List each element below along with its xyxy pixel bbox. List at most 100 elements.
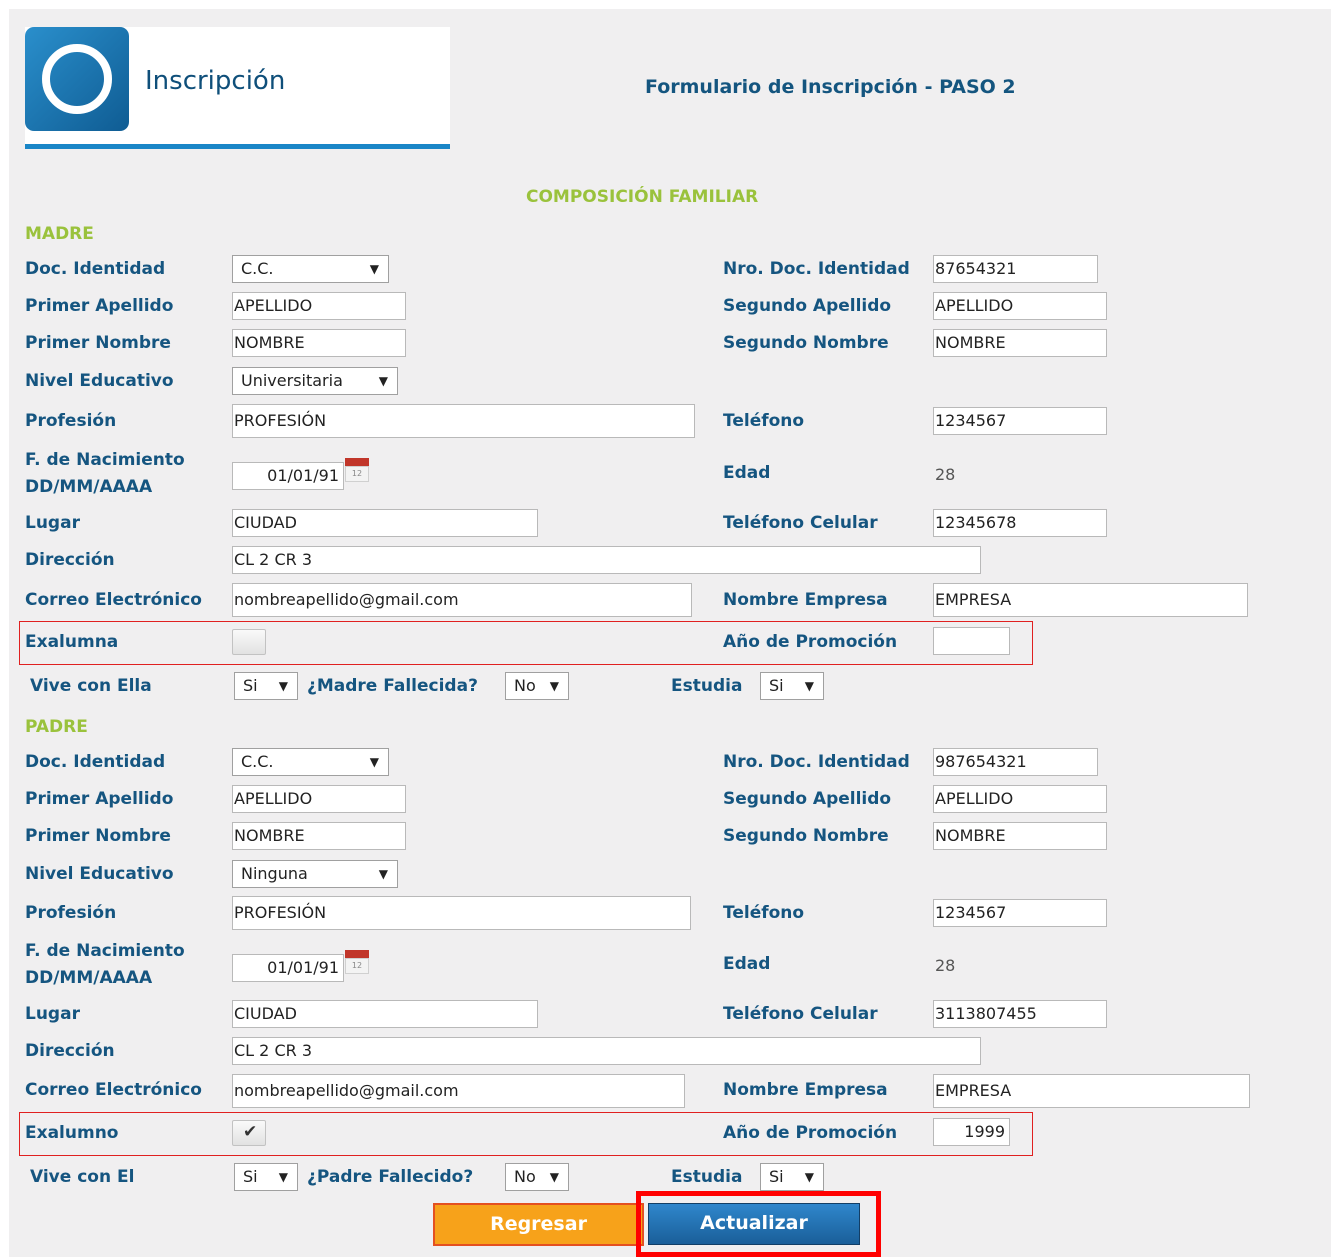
madre-nro-doc-input[interactable]: 87654321 (933, 255, 1098, 283)
madre-nivel-educativo-label: Nivel Educativo (25, 371, 174, 391)
padre-nro-doc-label: Nro. Doc. Identidad (723, 752, 910, 772)
calendar-icon[interactable]: 12 (345, 950, 369, 974)
calendar-day: 12 (345, 958, 369, 974)
padre-profesion-input[interactable]: PROFESIÓN (232, 896, 691, 930)
madre-profesion-input[interactable]: PROFESIÓN (232, 404, 695, 438)
madre-fallecido-select[interactable]: No ▼ (505, 672, 569, 700)
padre-estudia-label: Estudia (671, 1167, 743, 1187)
madre-segundo-apellido-label: Segundo Apellido (723, 296, 892, 316)
padre-doc-identidad-select[interactable]: C.C. ▼ (232, 748, 389, 776)
padre-telefono-label: Teléfono (723, 903, 805, 923)
madre-nivel-educativo-select[interactable]: Universitaria ▼ (232, 367, 398, 395)
padre-telefono-input[interactable]: 1234567 (933, 899, 1107, 927)
padre-correo-input[interactable]: nombreapellido@gmail.com (232, 1074, 685, 1108)
padre-primer-apellido-label: Primer Apellido (25, 789, 174, 809)
madre-fallecido-label: ¿Madre Fallecida? (307, 676, 478, 696)
chevron-down-icon: ▼ (278, 679, 288, 693)
madre-telefono-label: Teléfono (723, 411, 805, 431)
chevron-down-icon: ▼ (549, 679, 559, 693)
update-button[interactable]: Actualizar (648, 1203, 860, 1245)
padre-correo-label: Correo Electrónico (25, 1080, 202, 1100)
chevron-down-icon: ▼ (804, 1170, 814, 1184)
madre-primer-apellido-input[interactable]: APELLIDO (232, 292, 406, 320)
madre-heading: MADRE (25, 224, 94, 244)
padre-vive-value: Si (243, 1167, 258, 1186)
padre-primer-apellido-input[interactable]: APELLIDO (232, 785, 406, 813)
padre-direccion-input[interactable]: CL 2 CR 3 (232, 1037, 981, 1065)
padre-segundo-apellido-label: Segundo Apellido (723, 789, 892, 809)
madre-doc-identidad-label: Doc. Identidad (25, 259, 166, 279)
madre-nro-doc-label: Nro. Doc. Identidad (723, 259, 910, 279)
padre-vive-select[interactable]: Si ▼ (234, 1163, 298, 1191)
madre-direccion-input[interactable]: CL 2 CR 3 (232, 546, 981, 574)
padre-celular-input[interactable]: 3113807455 (933, 1000, 1107, 1028)
madre-fnac-format-label: DD/MM/AAAA (25, 477, 153, 497)
madre-segundo-nombre-input[interactable]: NOMBRE (933, 329, 1107, 357)
padre-doc-identidad-value: C.C. (241, 752, 274, 771)
madre-telefono-input[interactable]: 1234567 (933, 407, 1107, 435)
madre-estudia-value: Si (769, 676, 784, 695)
logo-underline (25, 144, 450, 149)
madre-lugar-input[interactable]: CIUDAD (232, 509, 538, 537)
padre-segundo-apellido-input[interactable]: APELLIDO (933, 785, 1107, 813)
madre-fallecido-value: No (514, 676, 536, 695)
padre-primer-nombre-label: Primer Nombre (25, 826, 171, 846)
padre-empresa-input[interactable]: EMPRESA (933, 1074, 1250, 1108)
madre-doc-identidad-select[interactable]: C.C. ▼ (232, 255, 389, 283)
madre-estudia-label: Estudia (671, 676, 743, 696)
padre-promocion-input[interactable]: 1999 (933, 1118, 1010, 1146)
padre-lugar-label: Lugar (25, 1004, 80, 1024)
padre-segundo-nombre-label: Segundo Nombre (723, 826, 889, 846)
madre-nivel-educativo-value: Universitaria (241, 371, 343, 390)
madre-correo-label: Correo Electrónico (25, 590, 202, 610)
madre-segundo-nombre-label: Segundo Nombre (723, 333, 889, 353)
padre-nivel-educativo-select[interactable]: Ninguna ▼ (232, 860, 398, 888)
section-title: COMPOSICIÓN FAMILIAR (526, 187, 759, 207)
madre-primer-apellido-label: Primer Apellido (25, 296, 174, 316)
madre-exalumno-checkbox[interactable] (232, 629, 266, 655)
chevron-down-icon: ▼ (369, 755, 379, 769)
madre-segundo-apellido-input[interactable]: APELLIDO (933, 292, 1107, 320)
madre-empresa-input[interactable]: EMPRESA (933, 583, 1248, 617)
padre-estudia-select[interactable]: Si ▼ (760, 1163, 824, 1191)
padre-estudia-value: Si (769, 1167, 784, 1186)
padre-empresa-label: Nombre Empresa (723, 1080, 888, 1100)
madre-vive-label: Vive con Ella (30, 676, 152, 696)
padre-fallecido-value: No (514, 1167, 536, 1186)
padre-exalumno-checkbox[interactable]: ✔ (232, 1120, 266, 1146)
madre-primer-nombre-input[interactable]: NOMBRE (232, 329, 406, 357)
chevron-down-icon: ▼ (278, 1170, 288, 1184)
padre-fallecido-select[interactable]: No ▼ (505, 1163, 569, 1191)
madre-celular-input[interactable]: 12345678 (933, 509, 1107, 537)
madre-profesion-label: Profesión (25, 411, 117, 431)
app-title: Inscripción (145, 66, 286, 96)
padre-fnac-format-label: DD/MM/AAAA (25, 968, 153, 988)
chevron-down-icon: ▼ (804, 679, 814, 693)
padre-fnac-label: F. de Nacimiento (25, 941, 185, 961)
checkmark-icon: ✔ (243, 1122, 258, 1142)
madre-edad-label: Edad (723, 463, 771, 483)
padre-heading: PADRE (25, 717, 88, 737)
form-title: Formulario de Inscripción - PASO 2 (645, 76, 1016, 98)
madre-promocion-input[interactable] (933, 627, 1010, 655)
padre-nivel-educativo-label: Nivel Educativo (25, 864, 174, 884)
madre-promocion-label: Año de Promoción (723, 632, 898, 652)
chevron-down-icon: ▼ (549, 1170, 559, 1184)
back-button[interactable]: Regresar (433, 1203, 644, 1246)
calendar-icon[interactable]: 12 (345, 458, 369, 482)
padre-nivel-educativo-value: Ninguna (241, 864, 308, 883)
padre-nro-doc-input[interactable]: 987654321 (933, 748, 1098, 776)
madre-vive-select[interactable]: Si ▼ (234, 672, 298, 700)
padre-primer-nombre-input[interactable]: NOMBRE (232, 822, 406, 850)
madre-estudia-select[interactable]: Si ▼ (760, 672, 824, 700)
madre-correo-input[interactable]: nombreapellido@gmail.com (232, 583, 692, 617)
padre-segundo-nombre-input[interactable]: NOMBRE (933, 822, 1107, 850)
padre-edad-label: Edad (723, 954, 771, 974)
padre-lugar-input[interactable]: CIUDAD (232, 1000, 538, 1028)
padre-fnac-input[interactable]: 01/01/91 (232, 954, 344, 982)
madre-fnac-input[interactable]: 01/01/91 (232, 462, 344, 490)
madre-doc-identidad-value: C.C. (241, 259, 274, 278)
padre-promocion-label: Año de Promoción (723, 1123, 898, 1143)
chevron-down-icon: ▼ (369, 262, 379, 276)
padre-fallecido-label: ¿Padre Fallecido? (307, 1167, 474, 1187)
